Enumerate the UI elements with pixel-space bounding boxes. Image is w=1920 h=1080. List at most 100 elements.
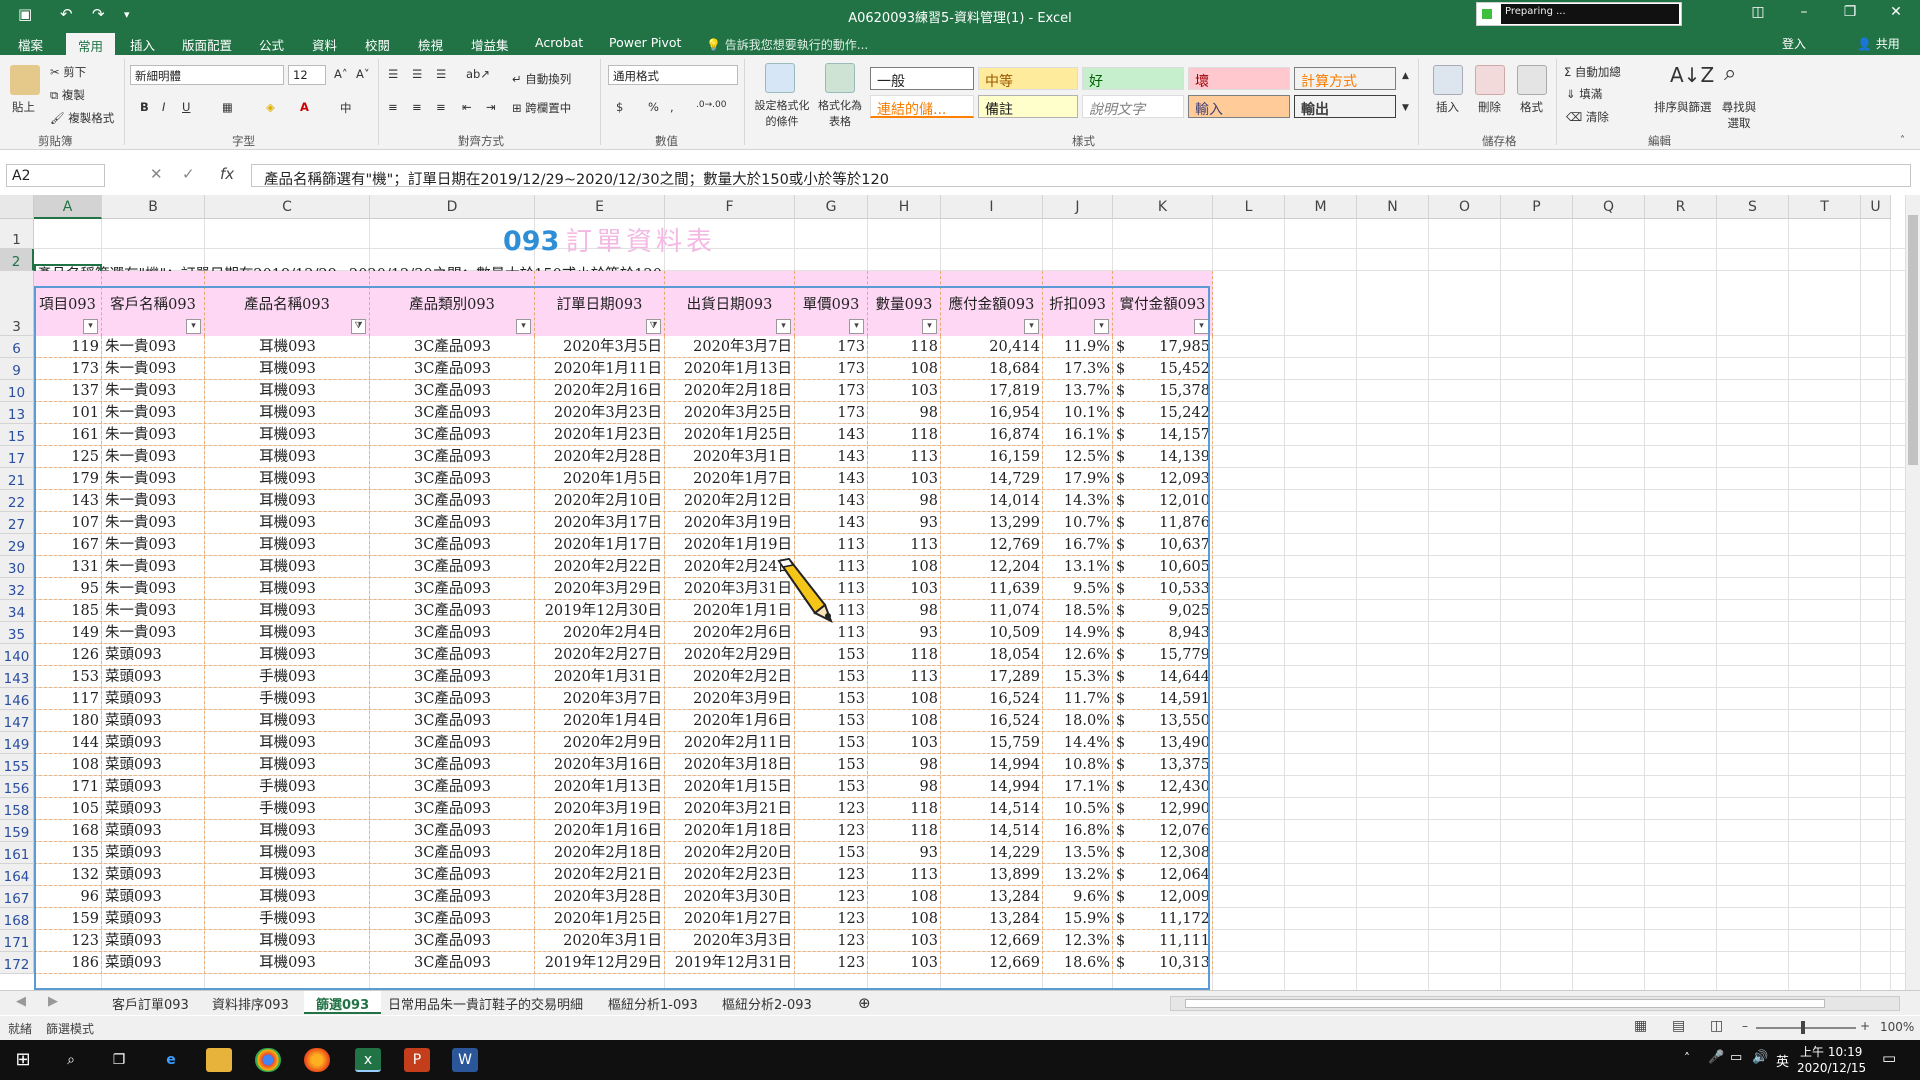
- table-cell[interactable]: 2020年3月18日: [665, 754, 795, 776]
- table-cell[interactable]: 2020年2月28日: [535, 446, 665, 468]
- table-cell[interactable]: 2020年2月20日: [665, 842, 795, 864]
- table-cell[interactable]: 93: [868, 622, 941, 644]
- table-cell[interactable]: 173: [795, 358, 868, 380]
- column-header-I[interactable]: I: [941, 195, 1043, 219]
- table-cell[interactable]: 20,414: [941, 336, 1043, 358]
- table-cell[interactable]: 12.3%: [1043, 930, 1113, 952]
- style-linked-cell[interactable]: 連結的儲...: [870, 95, 974, 118]
- table-cell[interactable]: 17.9%: [1043, 468, 1113, 490]
- table-cell[interactable]: 耳機093: [205, 534, 370, 556]
- table-cell[interactable]: 10,509: [941, 622, 1043, 644]
- column-header-S[interactable]: S: [1717, 195, 1789, 219]
- table-cell[interactable]: 159: [34, 908, 102, 930]
- row-header[interactable]: 149: [0, 732, 34, 754]
- table-cell[interactable]: 手機093: [205, 776, 370, 798]
- sheet-tab-active[interactable]: 篩選093: [304, 991, 382, 1014]
- table-cell[interactable]: 3C產品093: [370, 446, 535, 468]
- row-header[interactable]: 159: [0, 820, 34, 842]
- table-cell[interactable]: 2020年2月27日: [535, 644, 665, 666]
- mic-icon[interactable]: 🎤: [1708, 1050, 1724, 1065]
- table-cell[interactable]: 16,159: [941, 446, 1043, 468]
- table-cell[interactable]: 108: [868, 556, 941, 578]
- scroll-thumb[interactable]: [1908, 215, 1918, 465]
- table-cell[interactable]: 3C產品093: [370, 776, 535, 798]
- column-header-F[interactable]: F: [665, 195, 795, 219]
- table-cell[interactable]: 13,284: [941, 886, 1043, 908]
- tab-power-pivot[interactable]: Power Pivot: [609, 35, 681, 50]
- sheet-tab[interactable]: 樞紐分析1-093: [608, 994, 698, 1013]
- table-cell[interactable]: 2020年2月2日: [665, 666, 795, 688]
- table-cell[interactable]: 123: [795, 908, 868, 930]
- restore-button[interactable]: ❐: [1835, 4, 1865, 20]
- filter-dropdown-icon[interactable]: ▾: [186, 319, 201, 334]
- table-cell[interactable]: 143: [795, 424, 868, 446]
- table-cell[interactable]: 18.5%: [1043, 600, 1113, 622]
- align-right-icon[interactable]: ≡: [436, 100, 446, 114]
- table-cell[interactable]: 12,204: [941, 556, 1043, 578]
- row-header[interactable]: 161: [0, 842, 34, 864]
- clock-date[interactable]: 2020/12/15: [1797, 1061, 1866, 1075]
- table-cell[interactable]: 118: [868, 644, 941, 666]
- table-cell[interactable]: 153: [795, 842, 868, 864]
- table-cell[interactable]: 朱一貴093: [102, 402, 205, 424]
- filter-dropdown-icon[interactable]: ▾: [1024, 319, 1039, 334]
- tab-data[interactable]: 資料: [312, 35, 337, 54]
- table-cell[interactable]: 耳機093: [205, 446, 370, 468]
- table-cell[interactable]: 108: [868, 710, 941, 732]
- table-cell[interactable]: 13,284: [941, 908, 1043, 930]
- table-cell[interactable]: 菜頭093: [102, 908, 205, 930]
- format-as-table-icon[interactable]: [825, 63, 855, 93]
- tab-file[interactable]: 檔案: [18, 35, 43, 54]
- table-cell[interactable]: 16,954: [941, 402, 1043, 424]
- table-cell[interactable]: 18.6%: [1043, 952, 1113, 974]
- row-header[interactable]: 155: [0, 754, 34, 776]
- table-cell[interactable]: 3C產品093: [370, 578, 535, 600]
- table-cell[interactable]: 11.9%: [1043, 336, 1113, 358]
- table-cell[interactable]: 朱一貴093: [102, 336, 205, 358]
- tab-insert[interactable]: 插入: [130, 35, 155, 54]
- table-cell[interactable]: 143: [795, 512, 868, 534]
- table-cell[interactable]: 朱一貴093: [102, 622, 205, 644]
- normal-view-icon[interactable]: ▦: [1634, 1018, 1647, 1034]
- table-cell[interactable]: 126: [34, 644, 102, 666]
- table-cell[interactable]: 153: [795, 776, 868, 798]
- table-cell[interactable]: 手機093: [205, 798, 370, 820]
- table-cell[interactable]: 2020年1月25日: [535, 908, 665, 930]
- table-cell[interactable]: 2020年2月23日: [665, 864, 795, 886]
- table-cell[interactable]: 13.2%: [1043, 864, 1113, 886]
- border-icon[interactable]: ▦: [222, 100, 233, 114]
- table-cell[interactable]: 15.3%: [1043, 666, 1113, 688]
- table-cell[interactable]: 17.1%: [1043, 776, 1113, 798]
- table-cell[interactable]: 3C產品093: [370, 886, 535, 908]
- row-header[interactable]: 21: [0, 468, 34, 490]
- tray-chevron-icon[interactable]: ˄: [1684, 1051, 1690, 1065]
- table-cell[interactable]: 16,524: [941, 710, 1043, 732]
- table-cell[interactable]: 2020年2月10日: [535, 490, 665, 512]
- table-cell[interactable]: 耳機093: [205, 512, 370, 534]
- styles-scroll-up-icon[interactable]: ▲: [1402, 71, 1409, 81]
- table-cell[interactable]: 108: [868, 688, 941, 710]
- paste-icon[interactable]: [10, 65, 40, 95]
- enter-icon[interactable]: ✓: [182, 165, 195, 183]
- vertical-scrollbar[interactable]: [1905, 195, 1920, 990]
- table-cell[interactable]: 耳機093: [205, 886, 370, 908]
- table-cell[interactable]: 菜頭093: [102, 842, 205, 864]
- comma-icon[interactable]: ,: [670, 100, 674, 114]
- table-cell[interactable]: 103: [868, 930, 941, 952]
- table-cell[interactable]: 3C產品093: [370, 710, 535, 732]
- table-cell[interactable]: 手機093: [205, 908, 370, 930]
- share-button[interactable]: 👤 共用: [1857, 35, 1900, 52]
- h-scroll-thumb[interactable]: [1185, 999, 1825, 1008]
- decrease-indent-icon[interactable]: ⇤: [462, 100, 472, 114]
- find-select-button[interactable]: 尋找與選取: [1720, 99, 1758, 131]
- table-cell[interactable]: 10.5%: [1043, 798, 1113, 820]
- table-cell[interactable]: 12.6%: [1043, 644, 1113, 666]
- table-cell[interactable]: 2020年2月12日: [665, 490, 795, 512]
- table-cell[interactable]: 手機093: [205, 688, 370, 710]
- table-cell[interactable]: 14,229: [941, 842, 1043, 864]
- tab-formulas[interactable]: 公式: [259, 35, 284, 54]
- table-cell[interactable]: 161: [34, 424, 102, 446]
- autosum-button[interactable]: Σ 自動加總: [1564, 64, 1621, 80]
- filter-dropdown-icon[interactable]: ▾: [922, 319, 937, 334]
- row-header[interactable]: 22: [0, 490, 34, 512]
